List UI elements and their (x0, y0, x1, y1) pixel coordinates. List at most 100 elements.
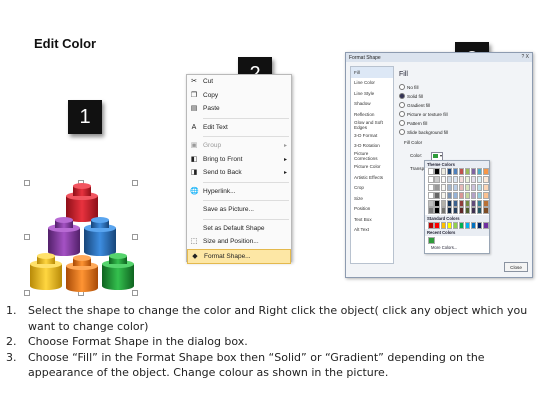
color-swatch[interactable] (452, 199, 459, 207)
color-swatch[interactable] (477, 222, 483, 230)
menu-item-send-to-back[interactable]: ◨ Send to Back ▸ (187, 166, 291, 180)
color-swatch[interactable] (464, 222, 471, 230)
nav-item-glow[interactable]: Glow and Soft Edges (351, 120, 393, 131)
color-swatch[interactable] (440, 207, 446, 215)
color-swatch[interactable] (440, 168, 446, 176)
color-swatch[interactable] (458, 199, 465, 207)
color-swatch[interactable] (471, 183, 477, 191)
color-swatch[interactable] (428, 168, 434, 176)
color-swatch[interactable] (477, 176, 483, 184)
nav-item-reflection[interactable]: Reflection (351, 109, 393, 120)
menu-item-group[interactable]: ▣ Group ▸ (187, 139, 291, 153)
color-swatch[interactable] (458, 183, 465, 191)
menu-item-hyperlink[interactable]: 🌐 Hyperlink... (187, 185, 291, 199)
nav-item-text-box[interactable]: Text Box (351, 214, 393, 225)
color-swatch[interactable] (483, 207, 489, 215)
color-swatch[interactable] (440, 199, 446, 207)
color-swatch[interactable] (452, 176, 459, 184)
nav-item-size[interactable]: Size (351, 193, 393, 204)
radio-slide-background-fill[interactable]: Slide background fill (399, 129, 448, 135)
color-swatch[interactable] (471, 207, 477, 215)
color-swatch[interactable] (464, 207, 471, 215)
nav-item-position[interactable]: Position (351, 204, 393, 215)
color-swatch[interactable] (464, 176, 471, 184)
color-swatch[interactable] (458, 207, 465, 215)
nav-item-line-color[interactable]: Line Color (351, 78, 393, 89)
color-swatch[interactable] (452, 183, 459, 191)
color-swatch[interactable] (452, 207, 459, 215)
color-swatch[interactable] (434, 207, 440, 215)
color-swatch[interactable] (434, 222, 440, 230)
menu-item-bring-to-front[interactable]: ◧ Bring to Front ▸ (187, 153, 291, 167)
color-swatch[interactable] (471, 168, 477, 176)
color-swatch[interactable] (446, 199, 452, 207)
color-swatch[interactable] (428, 236, 436, 244)
color-swatch[interactable] (471, 222, 477, 230)
color-swatch[interactable] (471, 191, 477, 199)
color-swatch[interactable] (434, 191, 440, 199)
color-swatch[interactable] (477, 199, 483, 207)
color-swatch[interactable] (446, 222, 452, 230)
color-swatch[interactable] (452, 222, 459, 230)
color-swatch[interactable] (458, 222, 465, 230)
menu-item-save-as-picture[interactable]: Save as Picture... (187, 203, 291, 217)
color-swatch[interactable] (440, 183, 446, 191)
color-swatch[interactable] (434, 176, 440, 184)
color-swatch[interactable] (440, 176, 446, 184)
color-swatch[interactable] (434, 199, 440, 207)
more-colors-link[interactable]: More Colors... (425, 244, 489, 250)
color-swatch[interactable] (428, 176, 434, 184)
nav-item-artistic-effects[interactable]: Artistic Effects (351, 172, 393, 183)
color-swatch[interactable] (434, 168, 440, 176)
color-swatch[interactable] (464, 191, 471, 199)
color-swatch[interactable] (464, 199, 471, 207)
radio-gradient-fill[interactable]: Gradient fill (399, 102, 430, 108)
nav-item-picture-color[interactable]: Picture Color (351, 162, 393, 173)
color-swatch[interactable] (483, 176, 489, 184)
color-swatch[interactable] (458, 191, 465, 199)
color-swatch[interactable] (477, 207, 483, 215)
close-button[interactable]: Close (504, 262, 528, 272)
color-swatch[interactable] (471, 199, 477, 207)
nav-item-alt-text[interactable]: Alt Text (351, 225, 393, 236)
color-swatch[interactable] (428, 183, 434, 191)
menu-item-paste[interactable]: ▤ Paste (187, 102, 291, 116)
color-swatch[interactable] (483, 199, 489, 207)
color-swatch[interactable] (464, 168, 471, 176)
color-swatch[interactable] (446, 183, 452, 191)
radio-solid-fill[interactable]: Solid fill (399, 93, 423, 99)
color-swatch[interactable] (483, 168, 489, 176)
nav-item-crop[interactable]: Crop (351, 183, 393, 194)
nav-item-3d-rotation[interactable]: 3-D Rotation (351, 141, 393, 152)
menu-item-format-shape[interactable]: ◆ Format Shape... (187, 248, 291, 264)
color-swatch[interactable] (471, 176, 477, 184)
color-swatch[interactable] (477, 183, 483, 191)
nav-item-shadow[interactable]: Shadow (351, 99, 393, 110)
color-swatch[interactable] (428, 191, 434, 199)
color-swatch[interactable] (464, 183, 471, 191)
color-swatch[interactable] (477, 191, 483, 199)
color-swatch[interactable] (477, 168, 483, 176)
color-swatch[interactable] (428, 199, 434, 207)
color-swatch[interactable] (446, 176, 452, 184)
radio-pattern-fill[interactable]: Pattern fill (399, 120, 427, 126)
color-swatch[interactable] (483, 222, 489, 230)
color-swatch[interactable] (452, 168, 459, 176)
color-swatch[interactable] (428, 207, 434, 215)
menu-item-size-position[interactable]: ⬚ Size and Position... (187, 235, 291, 249)
color-swatch[interactable] (440, 191, 446, 199)
nav-item-3d-format[interactable]: 3-D Format (351, 130, 393, 141)
menu-item-edit-text[interactable]: A Edit Text (187, 121, 291, 135)
nav-item-picture-corrections[interactable]: Picture Corrections (351, 151, 393, 162)
color-swatch[interactable] (428, 222, 434, 230)
color-swatch[interactable] (452, 191, 459, 199)
radio-picture-fill[interactable]: Picture or texture fill (399, 111, 448, 117)
dialog-window-controls[interactable]: ? X (521, 54, 529, 60)
color-swatch[interactable] (458, 176, 465, 184)
color-swatch[interactable] (446, 191, 452, 199)
color-swatch[interactable] (483, 191, 489, 199)
radio-no-fill[interactable]: No fill (399, 84, 419, 90)
color-swatch[interactable] (434, 183, 440, 191)
color-swatch[interactable] (446, 168, 452, 176)
menu-item-copy[interactable]: ❐ Copy (187, 89, 291, 103)
